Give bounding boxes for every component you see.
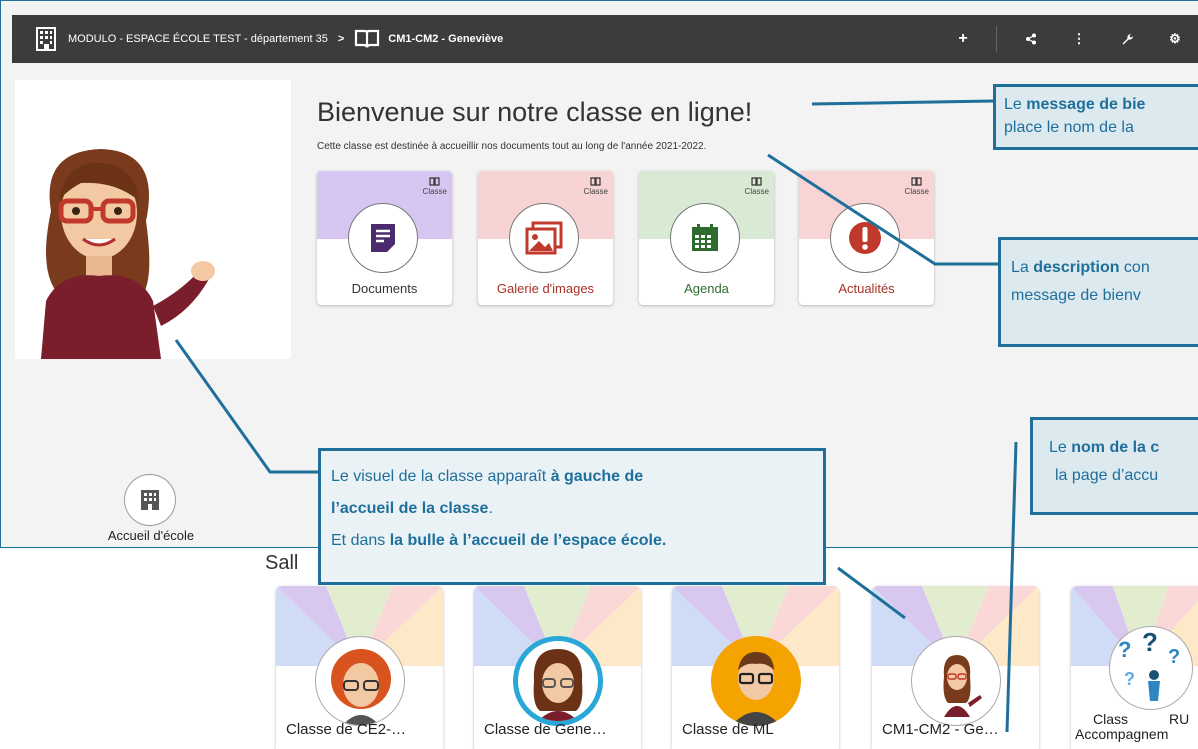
class-badge: Classe xyxy=(423,177,447,196)
classrooms-heading: Sall xyxy=(265,552,299,574)
class-badge: Classe xyxy=(745,177,769,196)
classroom-card[interactable]: Classe de CE2-… xyxy=(276,586,443,749)
documents-card[interactable]: Classe Documents xyxy=(317,171,452,305)
class-name-callout: Le nom de la c la page d’accu xyxy=(1030,417,1198,515)
callout-text: con xyxy=(1119,259,1150,276)
teacher-avatar-illustration xyxy=(41,149,215,359)
red-hair-avatar xyxy=(315,636,405,726)
brunette-avatar xyxy=(513,636,603,726)
breadcrumb-class[interactable]: CM1-CM2 - Geneviève xyxy=(388,33,503,45)
gear-icon[interactable]: ⚙ xyxy=(1151,15,1198,63)
callout-bold-text: à gauche de xyxy=(550,468,644,485)
toolbar-divider xyxy=(996,26,997,52)
class-badge-label: Classe xyxy=(904,187,929,196)
classroom-name-line2: Accompagnem xyxy=(1075,726,1169,742)
svg-text:?: ? xyxy=(1168,646,1180,668)
callout-text: Le xyxy=(1049,439,1072,456)
book-icon xyxy=(911,177,922,186)
calendar-icon xyxy=(670,203,740,273)
alert-icon xyxy=(830,203,900,273)
class-badge: Classe xyxy=(584,177,608,196)
description-callout: La description con message de bienv xyxy=(998,237,1198,347)
book-icon xyxy=(354,28,380,50)
class-badge: Classe xyxy=(905,177,929,196)
classroom-name-part: RU xyxy=(1169,711,1190,727)
more-options-icon[interactable]: ⋮ xyxy=(1055,15,1103,63)
agenda-label: Agenda xyxy=(684,281,729,296)
callout-text: Et dans xyxy=(331,532,390,549)
wrench-icon[interactable] xyxy=(1103,15,1151,63)
teacher-avatar xyxy=(911,636,1001,726)
svg-text:?: ? xyxy=(1118,637,1131,662)
book-icon xyxy=(590,177,601,186)
class-description: Cette classe est destinée à accueillir n… xyxy=(317,141,707,152)
callout-bold-text: nom de la c xyxy=(1071,439,1160,456)
share-icon[interactable] xyxy=(1007,15,1055,63)
classroom-card[interactable]: Classe de ML xyxy=(672,586,839,749)
toolbar: + ⋮ ⚙ xyxy=(940,15,1198,63)
callout-text: Le visuel de la classe apparaît xyxy=(331,468,551,485)
class-visual-callout: Le visuel de la classe apparaît à gauche… xyxy=(318,448,826,585)
callout-bold-text: message de bie xyxy=(1026,96,1146,113)
callout-bold-text: l’accueil de la classe xyxy=(331,500,489,517)
class-badge-label: Classe xyxy=(422,187,447,196)
breadcrumb-school[interactable]: MODULO - ESPACE ÉCOLE TEST - département… xyxy=(68,33,328,45)
classroom-name: Classe de Gene… xyxy=(484,721,607,738)
gallery-label: Galerie d'images xyxy=(496,281,595,296)
question-avatar: ???? xyxy=(1109,626,1193,710)
callout-text: place le nom de la xyxy=(1004,119,1134,136)
callout-text: . xyxy=(488,500,493,517)
classroom-card[interactable]: ???? Class RU Accompagnem xyxy=(1071,586,1198,749)
breadcrumb-separator: > xyxy=(337,33,345,45)
news-card[interactable]: Classe Actualités xyxy=(799,171,934,305)
classroom-name: CM1-CM2 - Ge… xyxy=(882,721,999,738)
class-badge-label: Classe xyxy=(744,187,769,196)
gallery-card[interactable]: Classe Galerie d'images xyxy=(478,171,613,305)
classroom-card[interactable]: CM1-CM2 - Ge… xyxy=(872,586,1039,749)
book-icon xyxy=(751,177,762,186)
callout-bold-text: la bulle à l’accueil de l’espace école. xyxy=(389,532,667,549)
add-icon[interactable]: + xyxy=(940,15,986,63)
callout-text: Le xyxy=(1004,96,1027,113)
documents-label: Documents xyxy=(351,281,418,296)
top-navigation-bar: MODULO - ESPACE ÉCOLE TEST - département… xyxy=(12,15,1198,63)
school-building-icon xyxy=(141,490,159,510)
man-avatar xyxy=(711,636,801,726)
callout-text: La xyxy=(1011,259,1034,276)
school-building-icon[interactable] xyxy=(34,27,58,51)
callout-text: message de bienv xyxy=(1011,287,1141,304)
class-badge-label: Classe xyxy=(583,187,608,196)
school-home-button[interactable] xyxy=(124,474,176,526)
document-icon xyxy=(348,203,418,273)
svg-text:?: ? xyxy=(1124,669,1135,689)
agenda-card[interactable]: Classe Agenda xyxy=(639,171,774,305)
welcome-message-callout: Le message de bie place le nom de la xyxy=(993,84,1198,150)
school-home-label[interactable]: Accueil d'école xyxy=(86,528,216,543)
classroom-card[interactable]: Classe de Gene… xyxy=(474,586,641,749)
callout-text: la page d’accu xyxy=(1055,467,1159,484)
welcome-message: Bienvenue sur notre classe en ligne! xyxy=(317,97,753,127)
svg-text:?: ? xyxy=(1142,627,1158,657)
news-label: Actualités xyxy=(838,281,895,296)
gallery-icon xyxy=(509,203,579,273)
classroom-name: Classe de CE2-… xyxy=(286,721,407,738)
book-icon xyxy=(429,177,440,186)
classroom-name: Class xyxy=(1093,711,1129,727)
callout-bold-text: description xyxy=(1033,259,1120,276)
classroom-name: Classe de ML xyxy=(682,721,774,738)
